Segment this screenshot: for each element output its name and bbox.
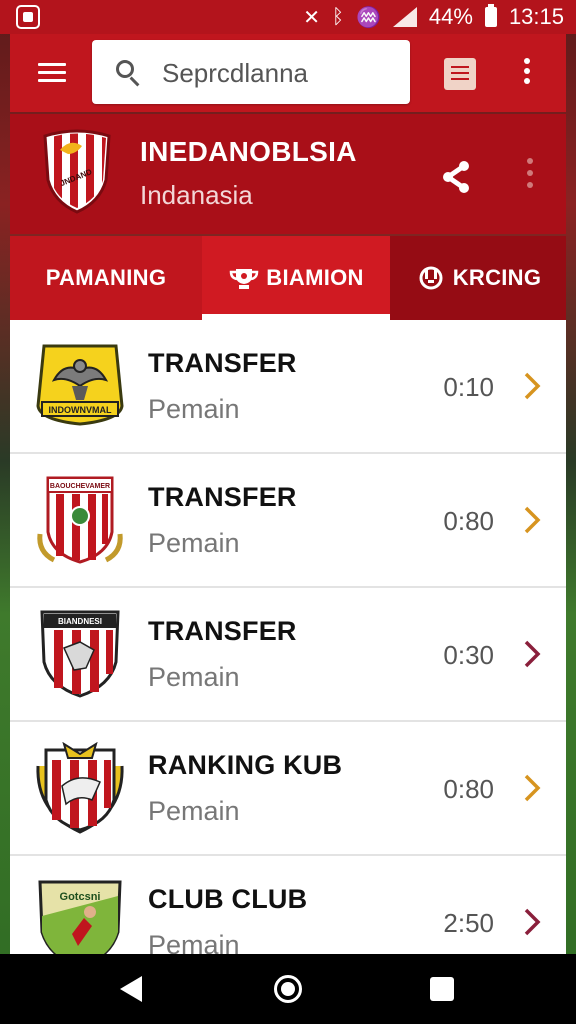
item-subtitle: Pemain (148, 930, 240, 954)
battery-percent: 44% (428, 4, 473, 29)
yellow-crest-icon (36, 742, 124, 834)
logo-text: BIANDNESI (58, 617, 102, 626)
nfc-icon: ✕ (303, 6, 320, 29)
recent-apps-icon[interactable] (430, 977, 454, 1001)
news-list: INDOWNVMAL TRANSFER Pemain 0:10 BAOUCHEV… (10, 320, 566, 954)
list-item[interactable]: BAOUCHEVAMER TRANSFER Pemain 0:80 (10, 454, 566, 588)
item-time: 0:80 (443, 774, 494, 804)
back-icon[interactable] (120, 976, 142, 1002)
item-time: 0:30 (443, 640, 494, 670)
list-item[interactable]: BIANDNESI TRANSFER Pemain 0:30 (10, 588, 566, 722)
chevron-right-icon (524, 372, 541, 400)
vibrate-icon: ♒ (355, 6, 381, 29)
top-app-bar (10, 34, 566, 112)
club-country: Indanasia (140, 180, 253, 210)
home-icon[interactable] (274, 975, 302, 1003)
search-input[interactable] (160, 56, 404, 90)
status-bar: ✕ ᛒ ♒ 44% 13:15 (0, 0, 576, 34)
club-more-icon[interactable] (526, 158, 534, 192)
item-subtitle: Pemain (148, 528, 240, 558)
menu-icon[interactable] (38, 58, 66, 88)
chevron-right-icon (524, 640, 541, 668)
item-title: TRANSFER (148, 348, 297, 378)
chevron-right-icon (524, 774, 541, 802)
logo-text: Gotcsni (60, 891, 101, 903)
logo-text: INDOWNVMAL (49, 405, 112, 415)
share-icon[interactable] (442, 160, 472, 194)
list-item[interactable]: RANKING KUB Pemain 0:80 (10, 722, 566, 856)
item-time: 0:80 (443, 506, 494, 536)
striped-crest-icon: BIANDNESI (40, 610, 120, 698)
shield-crest-icon: BAOUCHEVAMER (37, 476, 123, 564)
search-box[interactable] (92, 40, 410, 104)
list-item[interactable]: Gotcsni CLUB CLUB Pemain 2:50 (10, 856, 566, 954)
list-item[interactable]: INDOWNVMAL TRANSFER Pemain 0:10 (10, 320, 566, 454)
tab-label: PAMANING (45, 265, 167, 290)
club-crest-icon: JNDAND (43, 129, 111, 214)
battery-icon (484, 4, 497, 27)
search-icon (116, 60, 134, 78)
item-title: TRANSFER (148, 616, 297, 646)
item-title: CLUB CLUB (148, 884, 308, 914)
system-nav-bar (0, 954, 576, 1024)
item-time: 0:10 (443, 372, 494, 402)
tab-bar: PAMANING BIAMION KRCING (10, 236, 566, 320)
trophy-icon (230, 269, 259, 289)
item-time: 2:50 (443, 908, 494, 938)
more-vert-icon[interactable] (522, 58, 532, 88)
chevron-right-icon (524, 506, 541, 534)
app-notification-icon (16, 5, 40, 29)
note-icon[interactable] (444, 58, 476, 90)
tab-pamaning[interactable]: PAMANING (10, 236, 202, 320)
item-title: RANKING KUB (148, 750, 343, 780)
tab-biamion[interactable]: BIAMION (202, 236, 390, 320)
item-subtitle: Pemain (148, 796, 240, 826)
tab-label: KRCING (452, 265, 542, 290)
logo-text: BAOUCHEVAMER (50, 483, 110, 490)
ranking-icon (419, 266, 443, 290)
chevron-right-icon (524, 908, 541, 936)
bluetooth-icon: ᛒ (331, 5, 344, 28)
signal-icon (392, 7, 417, 27)
item-title: TRANSFER (148, 482, 297, 512)
green-crest-icon: Gotcsni (38, 880, 122, 954)
item-subtitle: Pemain (148, 394, 240, 424)
clock: 13:15 (508, 4, 564, 29)
club-name: INEDANOBLSIA (140, 136, 357, 167)
item-subtitle: Pemain (148, 662, 240, 692)
garuda-crest-icon: INDOWNVMAL (36, 344, 124, 426)
tab-krcing[interactable]: KRCING (390, 236, 566, 320)
club-header: JNDAND INEDANOBLSIA Indanasia (10, 114, 566, 234)
tab-label: BIAMION (266, 265, 364, 290)
